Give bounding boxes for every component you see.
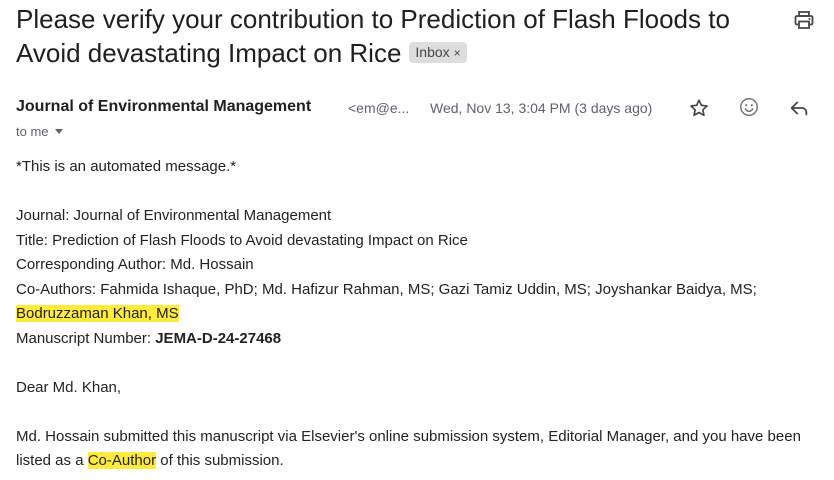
email-subject: Please verify your contribution to Predi… [16, 2, 786, 70]
reply-icon[interactable] [788, 97, 810, 119]
manuscript-label: Manuscript Number: [16, 329, 152, 347]
email-body: *This is an automated message.* Journal:… [16, 155, 832, 474]
greeting: Dear Md. Khan, [16, 378, 122, 396]
highlighted-coauthor: Bodruzzaman Khan, MS [16, 305, 179, 322]
subject-text: Please verify your contribution to Predi… [16, 4, 730, 68]
label-text: Inbox [415, 44, 450, 60]
manuscript-number-line: Manuscript Number: JEMA-D-24-27468 [16, 327, 832, 352]
to-label: to me [16, 124, 49, 139]
recipients-toggle[interactable]: to me [16, 122, 63, 142]
remove-label-icon[interactable]: × [454, 46, 461, 60]
title-line: Title: Prediction of Flash Floods to Avo… [16, 231, 468, 249]
email-view: Please verify your contribution to Predi… [0, 0, 834, 480]
print-icon[interactable] [792, 8, 816, 32]
star-icon[interactable] [688, 97, 710, 119]
coauthors-line: Co-Authors: Fahmida Ishaque, PhD; Md. Ha… [16, 278, 832, 327]
submission-paragraph: Md. Hossain submitted this manuscript vi… [16, 425, 832, 474]
chevron-down-icon[interactable] [54, 129, 63, 134]
paragraph-end: of this submission. [160, 452, 284, 469]
highlighted-coauthor-role: Co-Author [87, 452, 157, 469]
inbox-label-badge[interactable]: Inbox × [409, 42, 467, 63]
automated-notice: *This is an automated message.* [16, 158, 237, 175]
journal-line: Journal: Journal of Environmental Manage… [16, 207, 332, 224]
manuscript-number: JEMA-D-24-27468 [155, 329, 282, 347]
corresponding-author-line: Corresponding Author: Md. Hossain [16, 256, 254, 273]
sender-name[interactable]: Journal of Environmental Management [16, 96, 311, 118]
sender-email: <em@e... [348, 100, 410, 116]
coauthors-text: Co-Authors: Fahmida Ishaque, PhD; Md. Ha… [16, 280, 757, 298]
email-date: Wed, Nov 13, 3:04 PM (3 days ago) [430, 100, 653, 116]
emoji-icon[interactable] [738, 96, 760, 118]
